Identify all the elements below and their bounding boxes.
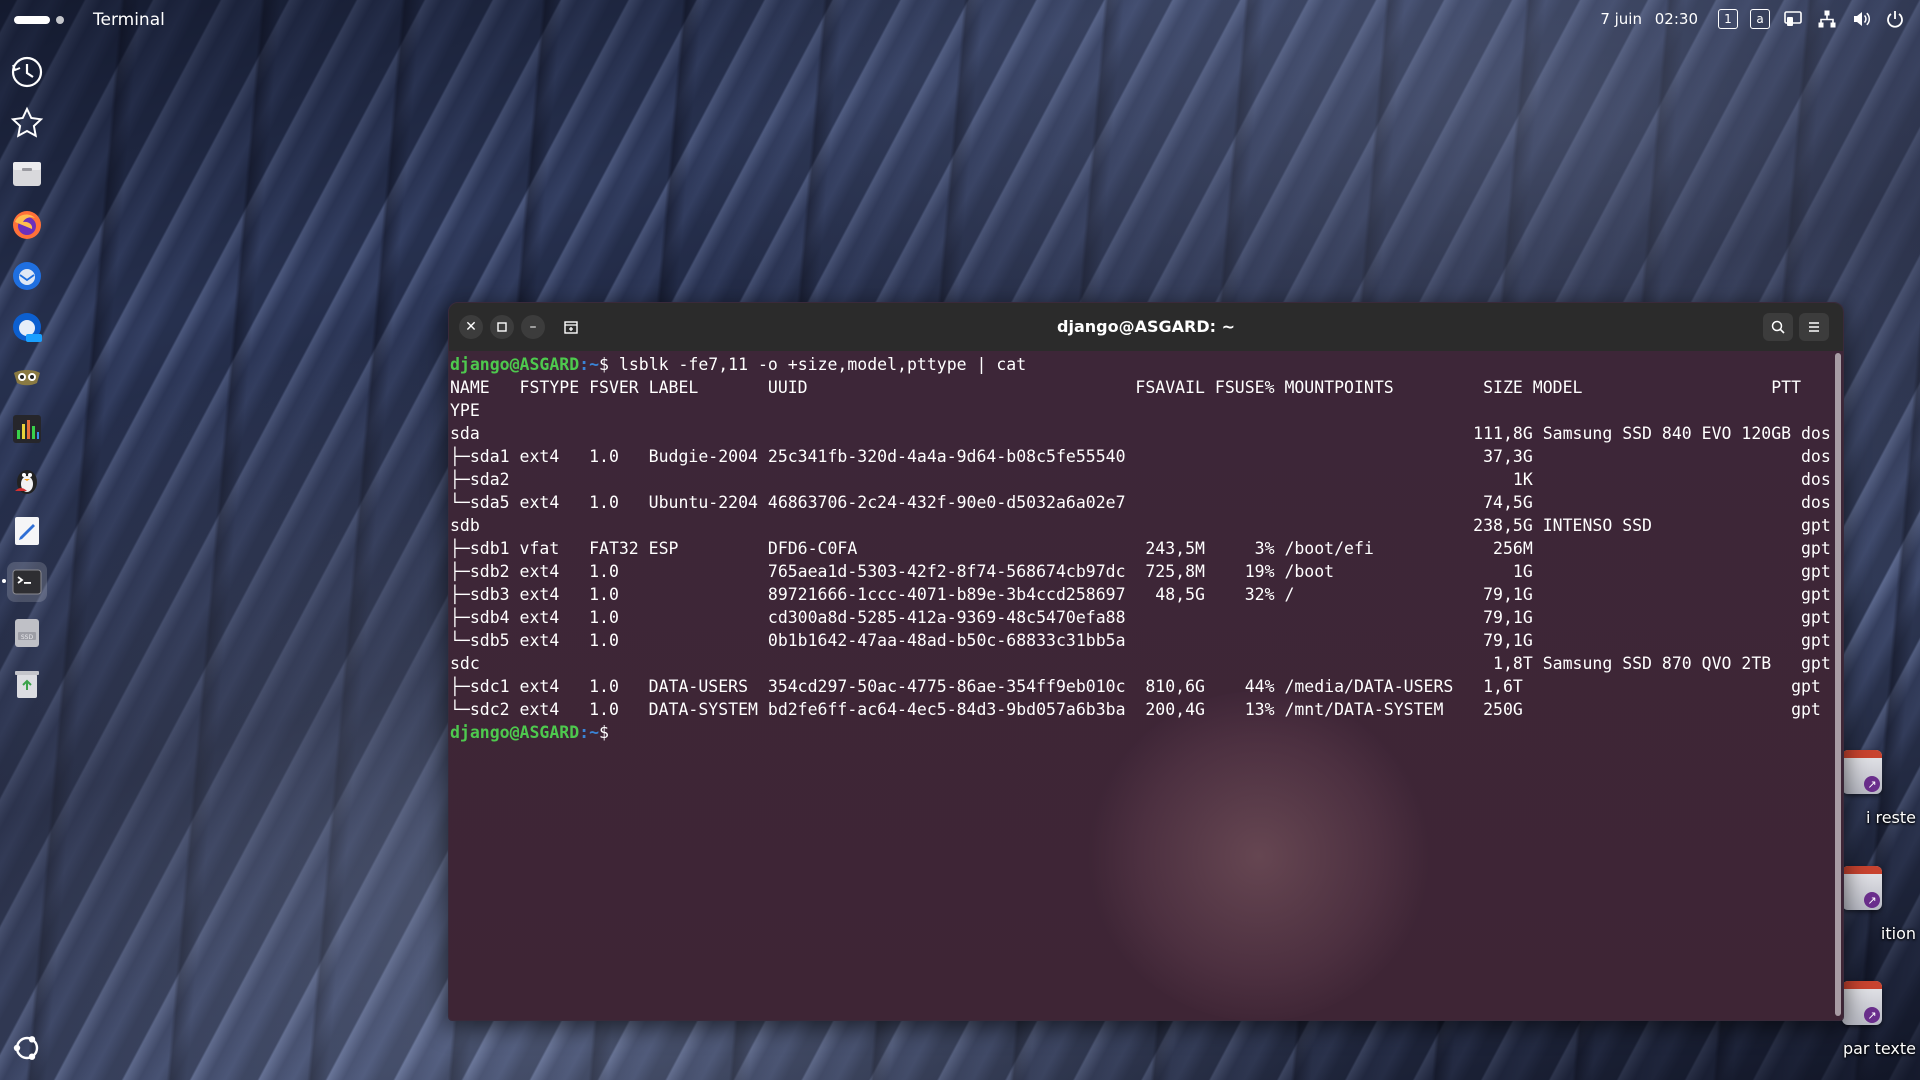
output-line: sda 111,8G Samsung SSD 840 EVO 120GB dos xyxy=(450,424,1831,443)
prompt-symbol: $ xyxy=(599,723,609,742)
prompt-path: :~ xyxy=(579,723,600,742)
terminal-icon[interactable] xyxy=(7,562,47,602)
svg-text:SSD: SSD xyxy=(21,634,34,641)
desktop-shortcut-icon[interactable]: ↗ xyxy=(1842,981,1882,1025)
output-line: sdb 238,5G INTENSO SSD gpt xyxy=(450,516,1831,535)
output-line: ├─sdb3 ext4 1.0 89721666-1ccc-4071-b89e-… xyxy=(450,585,1831,604)
recent-icon[interactable] xyxy=(7,52,47,92)
text-editor-icon[interactable] xyxy=(7,511,47,551)
firefox-icon[interactable] xyxy=(7,205,47,245)
output-line: ├─sdb2 ext4 1.0 765aea1d-5303-42f2-8f74-… xyxy=(450,562,1831,581)
search-icon xyxy=(1771,320,1785,334)
trash-icon[interactable] xyxy=(7,664,47,704)
thunderbird-icon[interactable] xyxy=(7,256,47,296)
output-line: NAME FSTYPE FSVER LABEL UUID FSAVAIL FSU… xyxy=(450,378,1802,397)
output-line: └─sda5 ext4 1.0 Ubuntu-2204 46863706-2c2… xyxy=(450,493,1831,512)
output-line: └─sdb5 ext4 1.0 0b1b1642-47aa-48ad-b50c-… xyxy=(450,631,1831,650)
active-workspace-pill xyxy=(14,16,50,24)
screen-share-icon[interactable] xyxy=(1782,8,1804,30)
command-line: django@ASGARD:~$ lsblk -fe7,11 -o +size,… xyxy=(450,353,1843,376)
privacy-browser-icon[interactable] xyxy=(7,358,47,398)
clock-time: 02:30 xyxy=(1654,10,1698,28)
focused-app-name[interactable]: Terminal xyxy=(93,10,165,30)
prompt-path: :~ xyxy=(579,355,600,374)
system-tray: 7 juin 02:30 1 a xyxy=(1600,8,1906,30)
prompt-user: django@ASGARD xyxy=(450,355,580,374)
command-text: lsblk -fe7,11 -o +size,model,pttype | ca… xyxy=(608,355,1027,374)
output-line: ├─sdb4 ext4 1.0 cd300a8d-5285-412a-9369-… xyxy=(450,608,1831,627)
search-button[interactable] xyxy=(1763,313,1793,341)
prompt-symbol: $ xyxy=(599,355,609,374)
hamburger-menu-icon xyxy=(1809,322,1819,332)
menu-button[interactable] xyxy=(1799,313,1829,341)
output-line: ├─sdc1 ext4 1.0 DATA-USERS 354cd297-50ac… xyxy=(450,677,1821,696)
link-arrow-icon: ↗ xyxy=(1864,1007,1880,1023)
output-line: └─sdc2 ext4 1.0 DATA-SYSTEM bd2fe6ff-ac6… xyxy=(450,700,1821,719)
desktop-shortcut-label[interactable]: par texte xyxy=(1800,1039,1916,1058)
link-arrow-icon: ↗ xyxy=(1864,776,1880,792)
clock[interactable]: 7 juin 02:30 xyxy=(1600,10,1698,28)
files-icon[interactable] xyxy=(7,154,47,194)
thunderbird-beta-icon[interactable] xyxy=(7,307,47,347)
keyboard-indicator-1[interactable]: 1 xyxy=(1718,9,1738,29)
output-line: YPE xyxy=(450,401,480,420)
desktop: Terminal 7 juin 02:30 1 a SSD ↗ i reste … xyxy=(0,0,1920,1080)
output-line: ├─sda1 ext4 1.0 Budgie-2004 25c341fb-320… xyxy=(450,447,1831,466)
top-bar: Terminal 7 juin 02:30 1 a xyxy=(0,0,1920,40)
keyboard-layout-indicator[interactable]: a xyxy=(1750,9,1770,29)
volume-icon[interactable] xyxy=(1850,8,1872,30)
ubuntu-apps-icon[interactable] xyxy=(7,1028,47,1068)
terminal-content[interactable]: django@ASGARD:~$ lsblk -fe7,11 -o +size,… xyxy=(449,351,1843,1020)
window-title: django@ASGARD: ~ xyxy=(1057,317,1235,336)
ssd-drive-icon[interactable]: SSD xyxy=(7,613,47,653)
output-line: ├─sdb1 vfat FAT32 ESP DFD6-C0FA 243,5M 3… xyxy=(450,539,1831,558)
network-icon[interactable] xyxy=(1816,8,1838,30)
link-arrow-icon: ↗ xyxy=(1864,892,1880,908)
desktop-shortcut-icon[interactable]: ↗ xyxy=(1842,866,1882,910)
workspace-indicator[interactable] xyxy=(14,16,64,24)
terminal-window[interactable]: ✕ – django@ASGARD: ~ django@ASGARD:~$ ls… xyxy=(448,302,1844,1021)
window-headerbar[interactable]: ✕ – django@ASGARD: ~ xyxy=(449,303,1843,351)
terminal-cursor xyxy=(609,723,618,742)
terminal-output[interactable]: django@ASGARD:~$ lsblk -fe7,11 -o +size,… xyxy=(449,351,1843,744)
active-app-indicator xyxy=(2,579,6,583)
audio-equalizer-icon[interactable] xyxy=(7,409,47,449)
output-line: ├─sda2 1K dos xyxy=(450,470,1831,489)
output-line: sdc 1,8T Samsung SSD 870 QVO 2TB gpt xyxy=(450,654,1831,673)
dock: SSD xyxy=(0,44,54,1080)
favorites-star-icon[interactable] xyxy=(7,103,47,143)
penguin-app-icon[interactable] xyxy=(7,460,47,500)
clock-date: 7 juin xyxy=(1600,10,1642,28)
desktop-shortcut-icon[interactable]: ↗ xyxy=(1842,750,1882,794)
prompt-user: django@ASGARD xyxy=(450,723,580,742)
active-prompt-line[interactable]: django@ASGARD:~$ xyxy=(450,721,1843,744)
workspace-dot xyxy=(56,16,64,24)
power-icon[interactable] xyxy=(1884,8,1906,30)
